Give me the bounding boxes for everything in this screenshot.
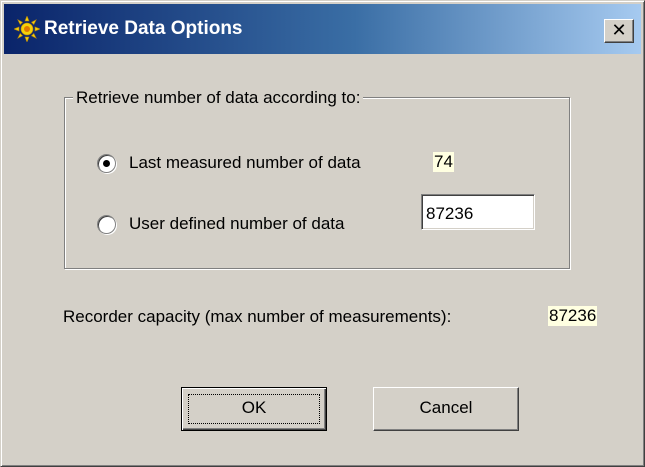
last-measured-label[interactable]: Last measured number of data: [129, 153, 361, 173]
last-measured-value: 74: [433, 152, 454, 172]
user-defined-label[interactable]: User defined number of data: [129, 214, 344, 234]
sun-gear-icon: [14, 16, 40, 42]
retrieve-data-options-dialog: Retrieve Data Options ✕ Retrieve number …: [0, 0, 645, 467]
recorder-capacity-label: Recorder capacity (max number of measure…: [63, 307, 452, 326]
radio-user-defined[interactable]: [97, 215, 116, 234]
close-button[interactable]: ✕: [604, 19, 634, 43]
cancel-button[interactable]: Cancel: [373, 387, 519, 431]
close-icon: ✕: [611, 20, 627, 41]
cancel-button-label: Cancel: [419, 398, 473, 417]
groupbox-legend: Retrieve number of data according to:: [73, 88, 364, 108]
recorder-capacity-value: 87236: [548, 306, 598, 326]
ok-button[interactable]: OK: [181, 387, 327, 431]
ok-button-label: OK: [241, 398, 267, 417]
radio-selected-dot: [103, 160, 110, 167]
title-bar[interactable]: Retrieve Data Options ✕: [4, 4, 641, 54]
radio-last-measured[interactable]: [97, 154, 116, 173]
user-defined-count-input[interactable]: [421, 194, 535, 230]
retrieve-options-groupbox: [64, 97, 570, 269]
dialog-title: Retrieve Data Options: [44, 18, 243, 39]
